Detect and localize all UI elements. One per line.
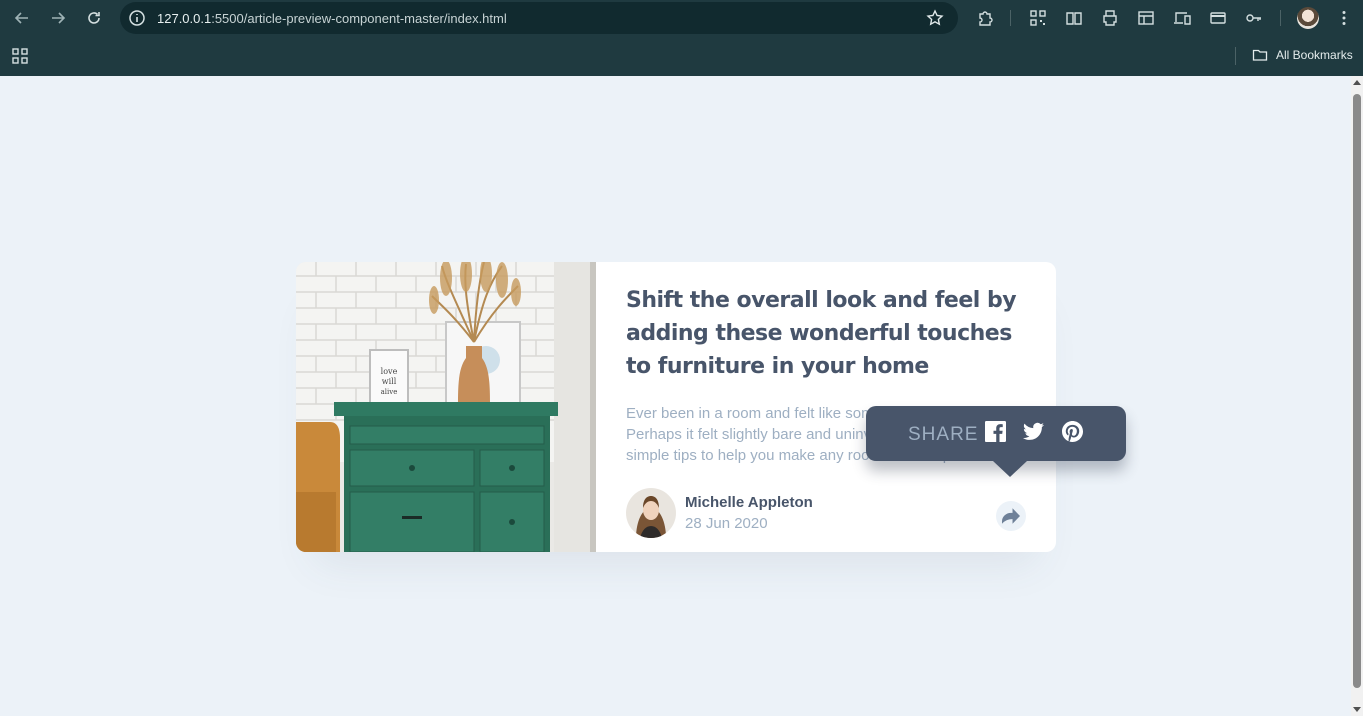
scroll-up-arrow-icon[interactable] [1353, 80, 1361, 85]
drawers-image: love will alive [296, 262, 596, 552]
payment-card-icon[interactable] [1208, 8, 1228, 28]
author-name: Michelle Appleton [685, 493, 813, 511]
share-arrow-icon [1002, 508, 1020, 524]
scroll-down-arrow-icon[interactable] [1353, 707, 1361, 712]
apps-grid-icon[interactable] [11, 47, 29, 65]
url-text[interactable]: 127.0.0.1:5500/article-preview-component… [157, 11, 507, 26]
print-icon[interactable] [1100, 8, 1120, 28]
bookmark-star-icon[interactable] [926, 9, 944, 27]
site-info-icon[interactable] [128, 9, 146, 27]
share-label: SHARE [908, 424, 979, 445]
author-text: Michelle Appleton 28 Jun 2020 [685, 493, 813, 534]
article-title: Shift the overall look and feel by addin… [626, 288, 1017, 379]
toolbar-separator [1010, 10, 1011, 26]
menu-kebab-icon[interactable] [1334, 8, 1354, 28]
svg-text:will: will [382, 377, 397, 386]
all-bookmarks-label: All Bookmarks [1276, 48, 1353, 62]
pinterest-icon[interactable] [1062, 421, 1083, 442]
toolbar-separator [1280, 10, 1281, 26]
share-button[interactable] [996, 501, 1026, 531]
extensions-icon[interactable] [975, 8, 995, 28]
arrow-left-icon [14, 12, 28, 24]
page-scrollbar[interactable] [1351, 76, 1363, 716]
forward-button[interactable] [46, 6, 70, 30]
browser-chrome: 127.0.0.1:5500/article-preview-component… [0, 0, 1363, 76]
bookmarks-bar: All Bookmarks [0, 36, 1363, 76]
scroll-thumb[interactable] [1353, 94, 1361, 688]
profile-avatar[interactable] [1297, 7, 1319, 29]
publish-date: 28 Jun 2020 [685, 514, 768, 532]
furniture-photo: love will alive [296, 262, 596, 552]
facebook-icon[interactable] [985, 421, 1006, 442]
password-key-icon[interactable] [1244, 8, 1264, 28]
reload-button[interactable] [82, 6, 106, 30]
qr-code-icon[interactable] [1028, 8, 1048, 28]
url-host: 127.0.0.1 [157, 11, 212, 26]
twitter-icon[interactable] [1023, 421, 1044, 442]
folder-icon [1252, 49, 1268, 61]
bookmarks-separator [1235, 47, 1236, 65]
svg-text:love: love [381, 367, 398, 376]
reload-icon [88, 12, 100, 24]
avatar [626, 488, 676, 538]
back-button[interactable] [10, 6, 34, 30]
author-info: Michelle Appleton 28 Jun 2020 [626, 488, 813, 538]
address-bar[interactable]: 127.0.0.1:5500/article-preview-component… [120, 2, 958, 34]
url-path: :5500/article-preview-component-master/i… [211, 11, 507, 26]
arrow-right-icon [52, 12, 66, 24]
author-photo [626, 488, 676, 538]
layout-icon[interactable] [1136, 8, 1156, 28]
svg-text:alive: alive [381, 388, 398, 396]
share-tooltip: SHARE [866, 406, 1126, 477]
all-bookmarks-button[interactable]: All Bookmarks [1252, 47, 1353, 63]
reading-mode-icon[interactable] [1064, 8, 1084, 28]
devices-icon[interactable] [1172, 8, 1192, 28]
browser-toolbar: 127.0.0.1:5500/article-preview-component… [0, 0, 1363, 36]
